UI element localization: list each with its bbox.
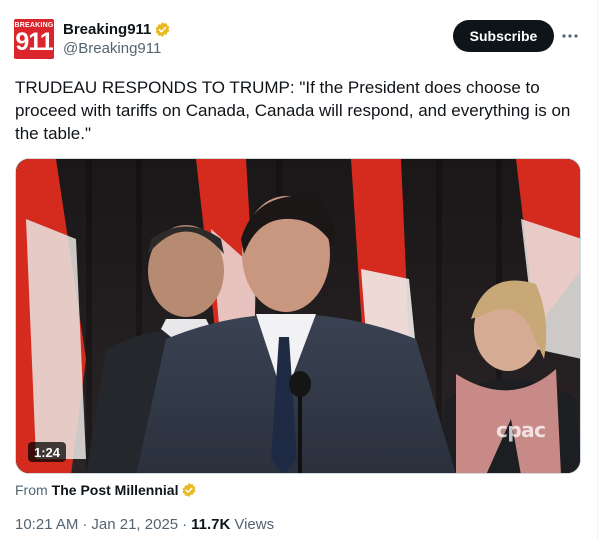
tweet-card: BREAKING 911 Breaking911 @Breaking911 Su… [0,0,598,540]
post-date[interactable]: Jan 21, 2025 [91,516,178,533]
more-options-icon[interactable] [559,26,581,46]
source-attribution: From The Post Millennial [15,480,197,500]
post-time[interactable]: 10:21 AM [15,516,78,533]
tweet-metadata: 10:21 AM · Jan 21, 2025 · 11.7K Views [15,516,274,533]
account-handle[interactable]: @Breaking911 [63,40,161,57]
avatar[interactable]: BREAKING 911 [14,19,54,59]
video-duration-badge: 1:24 [28,442,67,462]
tweet-text: TRUDEAU RESPONDS TO TRUMP: "If the Presi… [15,78,571,143]
separator: · [82,516,88,533]
avatar-logo-text: 911 [15,28,53,56]
views-count: 11.7K [191,516,231,533]
subscribe-button[interactable]: Subscribe [453,20,554,52]
watermark-logo: cpac [496,418,546,442]
verified-badge-icon [156,21,170,37]
separator: · [182,516,188,533]
name-row: Breaking911 [63,19,171,39]
views-label: Views [234,516,275,533]
source-from-label: From [15,482,48,498]
source-link[interactable]: The Post Millennial [52,482,179,498]
display-name[interactable]: Breaking911 [63,21,151,38]
verified-badge-icon [183,483,196,497]
